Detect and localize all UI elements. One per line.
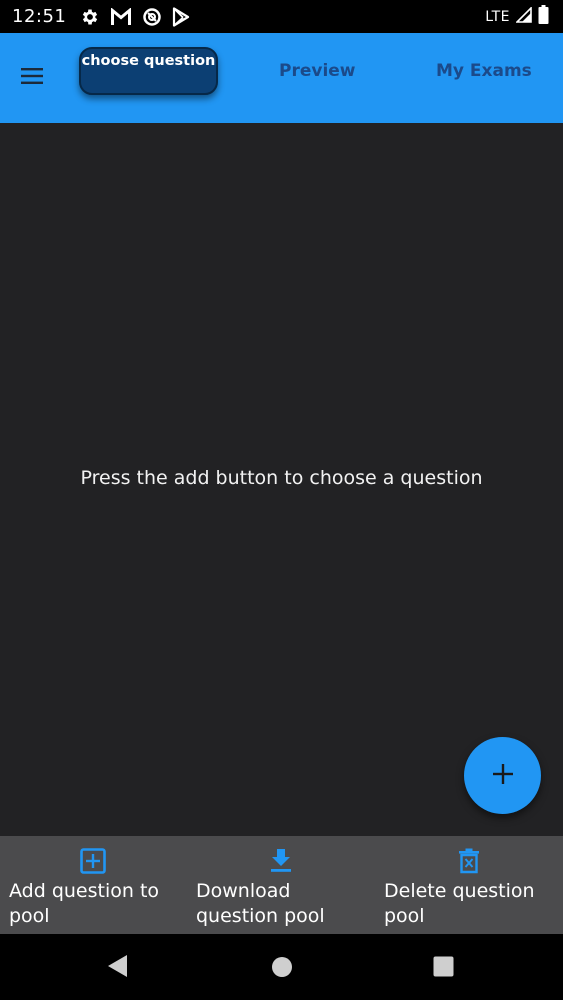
- menu-button[interactable]: [14, 63, 50, 93]
- status-right: LTE: [485, 5, 549, 28]
- gmail-icon: [110, 7, 132, 26]
- app-bar: choose question Preview My Exams: [0, 33, 563, 123]
- download-question-pool-button[interactable]: Download question pool: [188, 836, 376, 934]
- plus-icon: [492, 763, 514, 789]
- nav-back-button[interactable]: [106, 954, 128, 982]
- nav-recents-button[interactable]: [433, 956, 454, 981]
- add-box-icon: [80, 848, 106, 878]
- add-question-to-pool-button[interactable]: Add question to pool: [0, 836, 188, 934]
- battery-icon: [538, 5, 549, 28]
- delete-question-pool-label: Delete question pool: [384, 880, 535, 927]
- tab-my-exams[interactable]: My Exams: [436, 61, 532, 81]
- notification-icons: [80, 6, 190, 27]
- settings-icon: [80, 7, 100, 27]
- status-bar: 12:51 LTE: [0, 0, 563, 33]
- tab-preview[interactable]: Preview: [279, 61, 356, 81]
- empty-state-message: Press the add button to choose a questio…: [80, 467, 483, 489]
- main-content: Press the add button to choose a questio…: [0, 123, 563, 836]
- data-saver-icon: [142, 7, 162, 27]
- status-time: 12:51: [12, 6, 67, 27]
- system-nav-bar: [0, 934, 563, 1000]
- delete-question-pool-button[interactable]: Delete question pool: [376, 836, 563, 934]
- tab-choose-question[interactable]: choose question: [79, 47, 218, 95]
- delete-icon: [458, 848, 480, 878]
- network-type: LTE: [485, 8, 510, 25]
- recents-icon: [433, 956, 454, 981]
- add-question-fab[interactable]: [464, 737, 541, 814]
- download-icon: [269, 848, 293, 878]
- bottom-action-bar: Add question to pool Download question p…: [0, 836, 563, 934]
- home-icon: [271, 957, 293, 982]
- signal-icon: [515, 5, 532, 27]
- hamburger-menu-icon: [21, 68, 43, 88]
- play-store-icon: [172, 6, 190, 27]
- download-question-pool-label: Download question pool: [196, 880, 325, 927]
- back-icon: [106, 955, 128, 982]
- nav-home-button[interactable]: [271, 956, 293, 982]
- add-question-to-pool-label: Add question to pool: [9, 880, 160, 927]
